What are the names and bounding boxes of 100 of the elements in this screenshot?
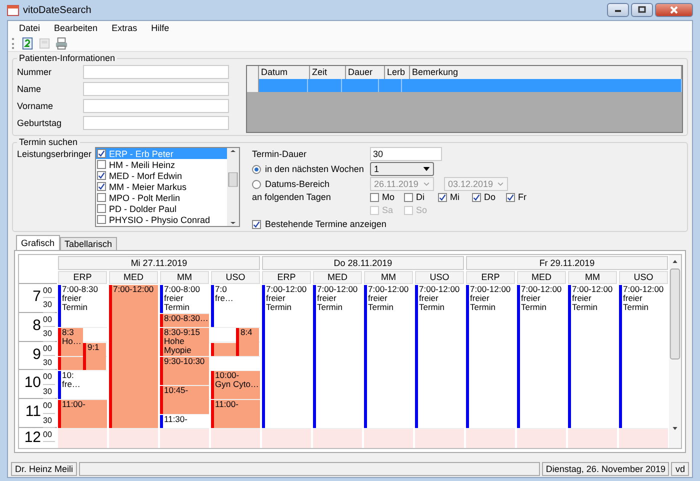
checkbox[interactable] bbox=[97, 171, 106, 180]
appointment[interactable]: 9:30-10:30 bbox=[160, 357, 209, 385]
menu-item[interactable]: Bearbeiten bbox=[49, 23, 103, 33]
day-checkbox[interactable]: Fr bbox=[506, 192, 532, 202]
appointment[interactable]: 8:30-9:15 Hohe Myopie bbox=[160, 328, 209, 356]
checkbox[interactable] bbox=[97, 160, 106, 169]
minute-label: 00 bbox=[43, 370, 55, 385]
close-icon bbox=[669, 6, 679, 14]
checkbox[interactable]: Bestehende Termine anzeigen bbox=[252, 219, 540, 229]
appointment[interactable]: 7:00-8:30 freier Termin bbox=[58, 285, 107, 328]
day-checkbox[interactable]: Mo bbox=[370, 192, 396, 202]
menu-item[interactable]: Extras bbox=[106, 23, 142, 33]
field-label: Geburtstag bbox=[17, 118, 63, 128]
minute-label: 00 bbox=[43, 399, 55, 414]
appointment[interactable]: 7:00-12:00 freier Termin bbox=[466, 285, 515, 428]
minute-label: 30 bbox=[43, 414, 55, 428]
appointment[interactable] bbox=[58, 357, 82, 370]
appointment[interactable]: 7:0 fre… bbox=[211, 285, 260, 328]
appointment[interactable]: 7:00-12:00 freier Termin bbox=[619, 285, 668, 428]
appointment[interactable]: 8:4 bbox=[236, 328, 259, 356]
field-label: Termin-Dauer bbox=[252, 149, 308, 159]
appointment[interactable]: 8:00-8:30… bbox=[160, 314, 209, 328]
unavailable-slot bbox=[262, 429, 311, 448]
checkmark-icon bbox=[253, 220, 260, 228]
provider-header: MED bbox=[313, 271, 362, 284]
list-item-label: HM - Meili Heinz bbox=[109, 160, 176, 170]
weeks-dropdown[interactable]: 1 bbox=[370, 162, 434, 176]
unavailable-slot bbox=[466, 429, 515, 448]
checkbox[interactable] bbox=[97, 215, 106, 224]
hour-label: 11 bbox=[24, 402, 41, 422]
appointment[interactable]: 7:00-12:00 freier Termin bbox=[517, 285, 566, 428]
duration-field[interactable]: 30 bbox=[370, 147, 442, 161]
menu-item[interactable]: Hilfe bbox=[146, 23, 174, 33]
printer-icon[interactable] bbox=[54, 36, 69, 50]
list-item-label: MED - Morf Edwin bbox=[109, 170, 182, 180]
checkbox[interactable] bbox=[97, 182, 106, 191]
field-label: Vorname bbox=[17, 100, 54, 110]
list-item[interactable]: PHYSIO - Physio Conrad bbox=[96, 214, 227, 225]
minute-label: 30 bbox=[43, 327, 55, 342]
tab[interactable]: Tabellarisch bbox=[60, 237, 118, 250]
list-item[interactable]: MED - Morf Edwin bbox=[96, 170, 227, 181]
hour-label: 10 bbox=[23, 373, 41, 394]
radio-button[interactable]: Datums-Bereich bbox=[252, 179, 364, 189]
appointment[interactable]: 10: fre… bbox=[58, 371, 107, 400]
row-header[interactable] bbox=[247, 79, 259, 92]
unavailable-slot bbox=[619, 429, 668, 448]
menu-item[interactable]: Datei bbox=[14, 23, 46, 33]
day-checkbox[interactable]: Di bbox=[404, 192, 430, 202]
caret-icon bbox=[423, 167, 430, 171]
appointment[interactable]: 10:45- bbox=[160, 386, 209, 414]
appointment[interactable]: 9:1 bbox=[83, 342, 106, 370]
appointment[interactable]: 7:00-12:00 freier Termin bbox=[262, 285, 311, 428]
scrollbar[interactable] bbox=[227, 148, 239, 226]
appointment[interactable]: 7:00-12:00 freier Termin bbox=[313, 285, 362, 428]
list-item[interactable]: HM - Meili Heinz bbox=[96, 159, 227, 170]
maximize-button[interactable] bbox=[631, 3, 653, 17]
field-label: Name bbox=[17, 84, 42, 94]
hour-label: 7 bbox=[32, 287, 41, 307]
unavailable-slot bbox=[415, 429, 464, 448]
radio-button[interactable]: in den nächsten Wochen bbox=[252, 164, 364, 174]
appointment[interactable]: 8:3 Ho… bbox=[58, 328, 82, 356]
checkmark-icon bbox=[439, 194, 446, 200]
checkbox[interactable] bbox=[97, 149, 106, 158]
appointment[interactable] bbox=[211, 342, 236, 356]
list-item[interactable]: MM - Meier Markus bbox=[96, 181, 227, 192]
appointment[interactable]: 7:00-12:00 freier Termin bbox=[415, 285, 464, 428]
unavailable-slot bbox=[211, 429, 260, 448]
scrollbar[interactable] bbox=[669, 255, 681, 448]
appointment[interactable]: 7:00-8:00 freier Termin bbox=[160, 285, 209, 313]
window-title: vitoDateSearch bbox=[23, 4, 92, 16]
group-title: Termin suchen bbox=[18, 137, 79, 147]
provider-header: ERP bbox=[466, 271, 515, 284]
appointment[interactable]: 7:00-12:00 freier Termin bbox=[568, 285, 617, 428]
provider-header: USO bbox=[619, 271, 668, 284]
appointment[interactable]: 10:00- Gyn Cyto… bbox=[211, 371, 260, 400]
input-field[interactable] bbox=[83, 116, 229, 130]
appointment[interactable]: 11:00- bbox=[211, 400, 260, 428]
appointment[interactable]: 11:00- bbox=[58, 400, 107, 428]
list-item-label: PHYSIO - Physio Conrad bbox=[109, 214, 210, 224]
minute-label: 00 bbox=[43, 284, 55, 298]
list-item[interactable]: PD - Dolder Paul bbox=[96, 203, 227, 214]
caret-icon bbox=[423, 182, 430, 186]
hour-label: 9 bbox=[32, 344, 41, 365]
checkmark-icon bbox=[98, 150, 105, 157]
day-checkbox[interactable]: Mi bbox=[438, 192, 464, 202]
input-field[interactable] bbox=[83, 98, 229, 112]
appointment[interactable]: 7:00-12:00 bbox=[109, 285, 158, 428]
close-button[interactable] bbox=[655, 3, 693, 17]
list-item[interactable]: MPO - Polt Merlin bbox=[96, 192, 227, 203]
minimize-button[interactable] bbox=[607, 3, 629, 17]
appointment[interactable]: 7:00-12:00 freier Termin bbox=[364, 285, 413, 428]
input-field[interactable] bbox=[83, 64, 229, 78]
day-header: Fr 29.11.2019 bbox=[466, 256, 668, 270]
tab[interactable]: Grafisch bbox=[16, 235, 60, 250]
unavailable-slot bbox=[58, 429, 107, 448]
input-field[interactable] bbox=[83, 82, 229, 96]
checkbox[interactable] bbox=[97, 193, 106, 202]
provider-header: ERP bbox=[58, 271, 107, 284]
day-checkbox[interactable]: Do bbox=[472, 192, 498, 202]
checkbox[interactable] bbox=[97, 204, 106, 213]
